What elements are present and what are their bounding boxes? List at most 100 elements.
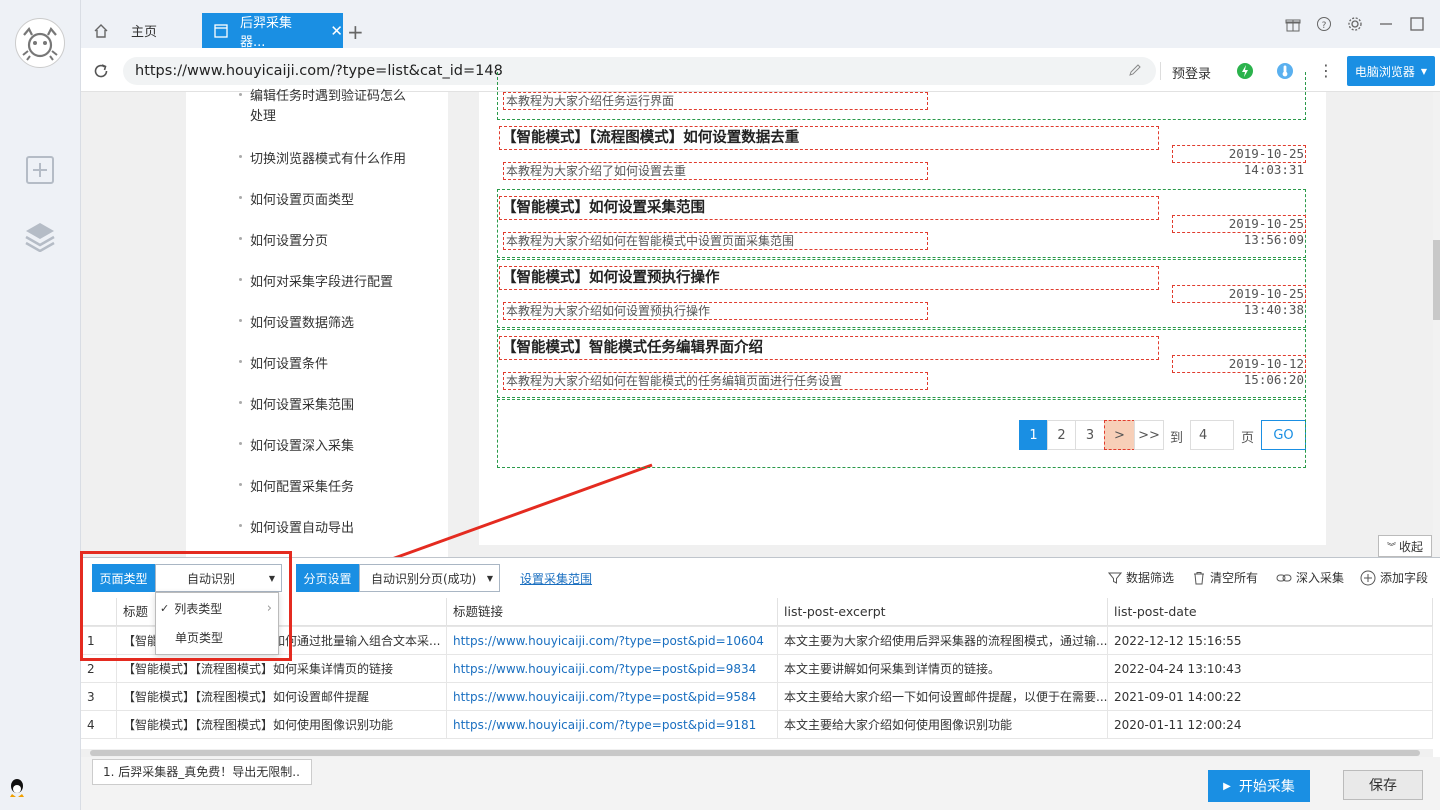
column-header-date[interactable]: list-post-date [1108,598,1433,626]
cell-date: 2021-09-01 14:00:22 [1108,682,1433,710]
cell-link[interactable]: https://www.houyicaiji.com/?type=post&pi… [447,654,778,682]
window-controls: ? [1285,16,1440,32]
collapse-button[interactable]: ︾ 收起 [1378,535,1432,557]
post-title[interactable]: 【智能模式】智能模式任务编辑界面介绍 [499,336,1159,360]
qq-icon[interactable] [8,778,26,798]
gift-icon[interactable] [1285,16,1301,32]
start-collect-button[interactable]: ▶ 开始采集 [1208,770,1310,802]
row-number: 4 [81,710,117,738]
save-button[interactable]: 保存 [1343,770,1423,800]
browser-mode-label: 电脑浏览器 [1354,64,1415,79]
tab-home[interactable]: 主页 [81,13,201,48]
cell-excerpt: 本文主要为大家介绍使用后羿采集器的流程图模式，通过输... [778,626,1108,654]
vertical-scrollbar[interactable] [1433,92,1440,557]
annotation-box [80,551,292,661]
sidebar-item[interactable]: 如何设置深入采集 [250,435,354,454]
sidebar-item[interactable]: 如何设置数据筛选 [250,312,354,331]
bullet [239,237,242,240]
bullet [239,483,242,486]
bullet [239,524,242,527]
bullet [239,401,242,404]
sidebar-item[interactable]: 如何配置采集任务 [250,476,354,495]
post-date: 2019-10-12 15:06:20 [1172,355,1306,387]
task-item[interactable]: 1. 后羿采集器_真免费！导出无限制.. [92,759,312,785]
bullet [239,360,242,363]
layers-icon[interactable] [24,220,56,252]
sidebar-item[interactable]: 切换浏览器模式有什么作用 [250,148,406,167]
post-excerpt: 本教程为大家介绍如何设置预执行操作 [503,302,928,320]
post-title[interactable]: 【智能模式】如何设置预执行操作 [499,266,1159,290]
tab-houyi[interactable]: 后羿采集器... ✕ [202,13,343,50]
app-logo [15,18,65,68]
play-icon: ▶ [1223,780,1231,792]
post-date: 2019-10-25 13:40:38 [1172,285,1306,317]
left-rail [0,0,81,810]
tab-home-label: 主页 [131,25,158,40]
sidebar-item-captcha[interactable]: 编辑任务时遇到验证码怎么 处理 [250,87,406,127]
start-collect-label: 开始采集 [1238,779,1295,795]
filter-icon [1108,572,1122,584]
sidebar-item[interactable]: 如何对采集字段进行配置 [250,271,393,290]
set-range-link[interactable]: 设置采集范围 [520,570,592,587]
cell-date: 2020-01-11 12:00:24 [1108,710,1433,738]
deep-collect-label: 深入采集 [1296,571,1345,585]
minimize-icon[interactable] [1378,16,1394,32]
paging-value: 自动识别分页(成功) [371,571,477,586]
scrollbar-thumb[interactable] [90,750,1420,756]
column-header-link[interactable]: 标题链接 [447,598,778,626]
row-number: 3 [81,682,117,710]
sidebar-item[interactable]: 如何设置自动导出 [250,517,354,536]
post-excerpt: 本教程为大家介绍了如何设置去重 [503,162,928,180]
scrollbar-thumb[interactable] [1433,240,1440,320]
cell-date: 2022-12-12 15:16:55 [1108,626,1433,654]
trash-icon [1194,571,1204,584]
browser-mode-button[interactable]: 电脑浏览器 ▼ [1347,56,1435,86]
bullet [239,442,242,445]
cell-link[interactable]: https://www.houyicaiji.com/?type=post&pi… [447,626,778,654]
new-task-icon[interactable] [25,155,55,185]
post-title[interactable]: 【智能模式】如何设置采集范围 [499,196,1159,220]
cell-link[interactable]: https://www.houyicaiji.com/?type=post&pi… [447,710,778,738]
sidebar-item[interactable]: 如何设置条件 [250,353,328,372]
close-icon[interactable]: ✕ [330,22,343,40]
bullet [239,196,242,199]
clear-all-button[interactable]: 清空所有 [1192,569,1258,586]
deep-collect-button[interactable]: 深入采集 [1276,569,1344,586]
plus-circle-icon [1360,570,1376,585]
sidebar-item[interactable]: 如何设置页面类型 [250,189,354,208]
reload-icon[interactable] [92,62,110,80]
collapse-label: 收起 [1399,539,1424,554]
chevrons-down-icon: ︾ [1386,542,1396,553]
maximize-icon[interactable] [1409,16,1425,32]
cell-excerpt: 本文主要讲解如何采集到详情页的链接。 [778,654,1108,682]
paging-select[interactable]: 自动识别分页(成功) ▼ [359,564,500,592]
add-field-button[interactable]: 添加字段 [1360,569,1428,586]
help-icon[interactable]: ? [1316,16,1332,32]
data-filter-label: 数据筛选 [1126,571,1175,585]
link-icon [1276,574,1292,581]
bullet [239,155,242,158]
sidebar-item[interactable]: 如何设置分页 [250,230,328,249]
more-icon[interactable]: ⋮ [1318,61,1334,80]
cell-excerpt: 本文主要给大家介绍一下如何设置邮件提醒，以便于在需要... [778,682,1108,710]
caret-down-icon: ▼ [1420,66,1428,76]
post-date: 2019-10-25 14:03:31 [1172,145,1306,177]
post-item [497,399,1306,468]
paging-label: 分页设置 [296,564,359,592]
cell-link[interactable]: https://www.houyicaiji.com/?type=post&pi… [447,682,778,710]
post-title[interactable]: 【智能模式】【流程图模式】如何设置数据去重 [499,126,1159,150]
post-excerpt: 本教程为大家介绍如何在智能模式的任务编辑页面进行任务设置 [503,372,928,390]
post-excerpt: 本教程为大家介绍如何在智能模式中设置页面采集范围 [503,232,928,250]
bullet [239,278,242,281]
column-header-excerpt[interactable]: list-post-excerpt [778,598,1108,626]
home-icon [93,23,109,39]
cell-title: 【智能模式】【流程图模式】如何使用图像识别功能 [117,710,447,738]
cell-date: 2022-04-24 13:10:43 [1108,654,1433,682]
sidebar-item[interactable]: 如何设置采集范围 [250,394,354,413]
settings-icon[interactable] [1347,16,1363,32]
bullet [239,319,242,322]
cell-title: 【智能模式】【流程图模式】如何设置邮件提醒 [117,682,447,710]
data-filter-button[interactable]: 数据筛选 [1108,569,1174,586]
cell-excerpt: 本文主要给大家介绍如何使用图像识别功能 [778,710,1108,738]
new-tab-icon[interactable]: + [347,20,364,44]
